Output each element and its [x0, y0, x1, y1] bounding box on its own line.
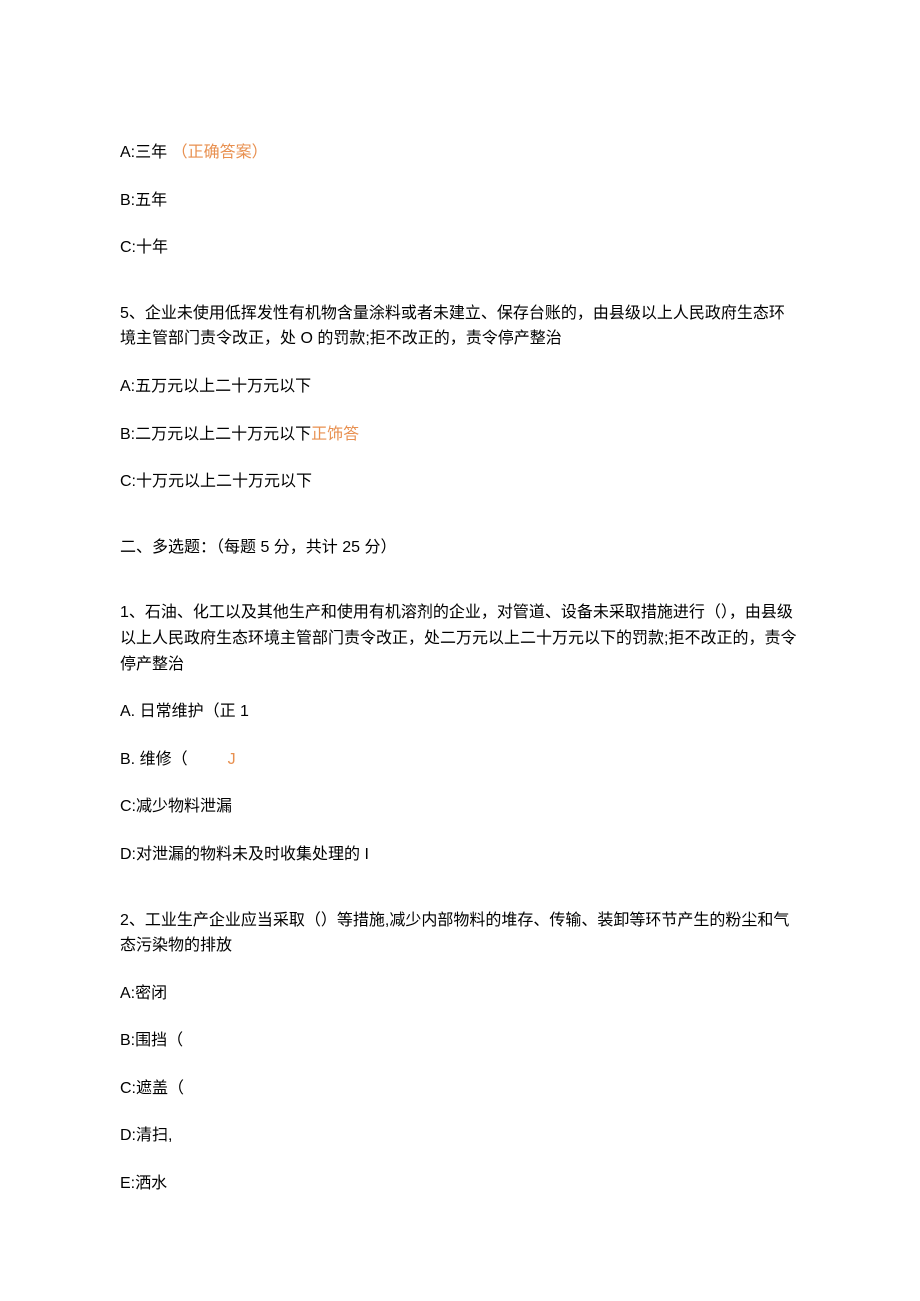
q5-text: 5、企业未使用低挥发性有机物含量涂料或者未建立、保存台账的，由县级以上人民政府生… — [120, 301, 800, 352]
mq2-option-b: B:围挡（ — [120, 1028, 800, 1054]
mq2-text: 2、工业生产企业应当采取（）等措施,减少内部物料的堆存、传输、装卸等环节产生的粉… — [120, 908, 800, 959]
q5-option-b: B:二万元以上二十万元以下正饰答 — [120, 422, 800, 448]
mq2-option-a: A:密闭 — [120, 981, 800, 1007]
mq1-option-a: A. 日常维护（正 1 — [120, 699, 800, 725]
q5-option-a: A:五万元以上二十万元以下 — [120, 374, 800, 400]
q4-option-a-correct: （正确答案） — [172, 144, 268, 161]
mq1-option-b: B. 维修（ J — [120, 747, 800, 773]
q4-option-c: C:十年 — [120, 235, 800, 261]
mq1-option-b-text: B. 维修（ — [120, 751, 188, 768]
mq2-option-e: E:洒水 — [120, 1171, 800, 1197]
q4-option-a-text: A:三年 — [120, 144, 167, 161]
mq1-option-b-j: J — [228, 751, 236, 768]
q5-option-c: C:十万元以上二十万元以下 — [120, 469, 800, 495]
mq2-option-c: C:遮盖（ — [120, 1076, 800, 1102]
q4-option-a: A:三年 （正确答案） — [120, 140, 800, 166]
mq1-text: 1、石油、化工以及其他生产和使用有机溶剂的企业，对管道、设备未采取措施进行（），… — [120, 600, 800, 677]
q4-option-b: B:五年 — [120, 188, 800, 214]
section2-header: 二、多选题：（每题 5 分，共计 25 分） — [120, 535, 800, 561]
mq2-option-d: D:清扫, — [120, 1123, 800, 1149]
mq1-option-d: D:对泄漏的物料未及时收集处理的 I — [120, 842, 800, 868]
mq1-option-c: C:减少物料泄漏 — [120, 794, 800, 820]
q5-option-b-correct: 正饰答 — [311, 426, 359, 443]
q5-option-b-text: B:二万元以上二十万元以下 — [120, 426, 311, 443]
